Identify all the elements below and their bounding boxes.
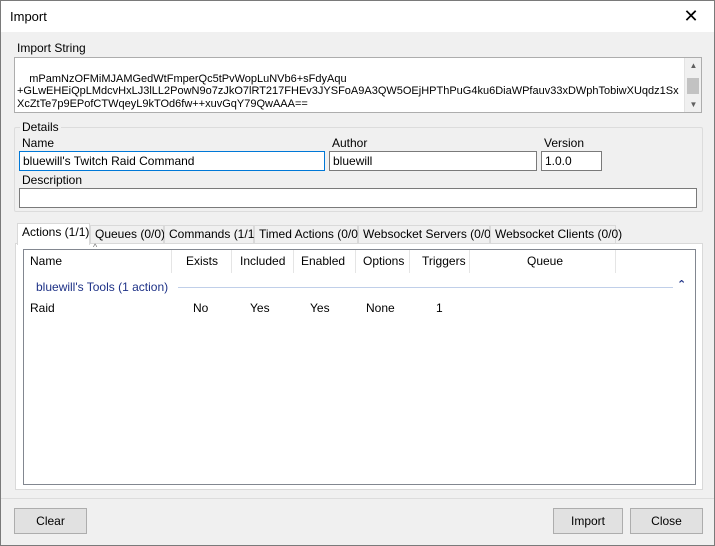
description-label: Description	[22, 173, 83, 187]
close-icon[interactable]: ✕	[668, 1, 714, 32]
scroll-up-icon[interactable]: ▲	[685, 58, 701, 73]
column-header-triggers[interactable]: Triggers	[410, 250, 470, 273]
import-dialog: Import ✕ Import String mPamNzOFMiMJAMGed…	[0, 0, 715, 546]
chevron-up-icon[interactable]: ⌃	[677, 278, 686, 291]
title-bar: Import ✕	[1, 1, 714, 32]
column-header-included[interactable]: Included	[232, 250, 294, 273]
import-string-label: Import String	[17, 41, 86, 55]
cell-enabled: Yes	[310, 301, 330, 315]
column-header-name[interactable]: ^ Name	[24, 242, 172, 273]
group-header[interactable]: bluewill's Tools (1 action)	[36, 280, 168, 294]
column-header-queue[interactable]: Queue	[470, 250, 616, 273]
tab-websocket-clients[interactable]: Websocket Clients (0/0)	[490, 225, 622, 244]
tab-queues[interactable]: Queues (0/0)	[90, 225, 165, 244]
column-header-options[interactable]: Options	[356, 250, 410, 273]
tab-commands[interactable]: Commands (1/1)	[164, 225, 258, 244]
import-string-field[interactable]: mPamNzOFMiMJAMGedWtFmperQc5tPvWopLuNVb6+…	[14, 57, 702, 113]
actions-list[interactable]: ^ Name Exists Included Enabled Options T…	[23, 242, 696, 485]
group-divider	[178, 287, 673, 288]
tab-websocket-servers[interactable]: Websocket Servers (0/0)	[358, 225, 495, 244]
list-header: ^ Name Exists Included Enabled Options T…	[24, 242, 695, 273]
tab-timed-actions[interactable]: Timed Actions (0/0)	[254, 225, 362, 244]
window-title: Import	[10, 9, 47, 24]
column-header-exists[interactable]: Exists	[172, 250, 232, 273]
import-string-value: mPamNzOFMiMJAMGedWtFmperQc5tPvWopLuNVb6+…	[17, 72, 679, 110]
clear-button[interactable]: Clear	[14, 508, 87, 534]
sort-ascending-icon: ^	[93, 242, 98, 252]
cell-options: None	[366, 301, 395, 315]
author-label: Author	[332, 136, 368, 150]
import-button[interactable]: Import	[553, 508, 623, 534]
actions-tab-panel: ^ Name Exists Included Enabled Options T…	[15, 242, 703, 490]
import-string-scrollbar[interactable]: ▲ ▼	[684, 58, 701, 112]
scroll-thumb[interactable]	[687, 78, 699, 94]
description-field[interactable]	[19, 188, 697, 208]
tab-actions[interactable]: Actions (1/1)	[17, 223, 90, 245]
name-field[interactable]: bluewill's Twitch Raid Command	[19, 151, 325, 171]
cell-name: Raid	[30, 301, 55, 315]
footer-divider	[1, 498, 714, 499]
scroll-down-icon[interactable]: ▼	[685, 97, 701, 112]
author-field[interactable]: bluewill	[329, 151, 537, 171]
cell-included: Yes	[250, 301, 270, 315]
details-group-title: Details	[20, 120, 61, 134]
version-label: Version	[544, 136, 585, 150]
cell-triggers: 1	[436, 301, 443, 315]
name-label: Name	[22, 136, 55, 150]
column-header-enabled[interactable]: Enabled	[294, 250, 356, 273]
cell-exists: No	[193, 301, 209, 315]
version-field[interactable]: 1.0.0	[541, 151, 602, 171]
close-button[interactable]: Close	[630, 508, 703, 534]
